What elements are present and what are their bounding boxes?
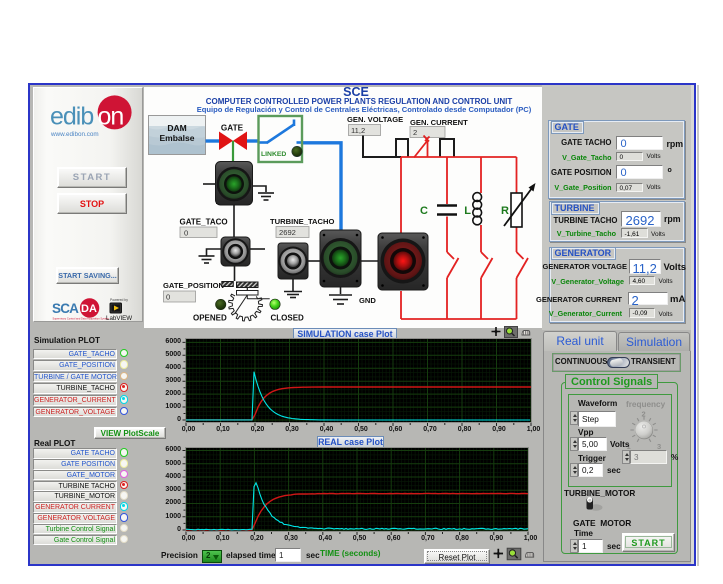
svg-text:DAM: DAM <box>167 123 186 133</box>
svg-text:11,2: 11,2 <box>351 126 365 135</box>
svg-text:2: 2 <box>642 410 646 419</box>
svg-text:CLOSED: CLOSED <box>271 314 305 323</box>
svg-text:GEN. CURRENT: GEN. CURRENT <box>410 118 468 127</box>
svg-text:Embalse: Embalse <box>160 133 195 143</box>
svg-text:0: 0 <box>184 229 188 238</box>
svg-text:GATE_TACO: GATE_TACO <box>180 218 228 227</box>
svg-text:LabVIEW: LabVIEW <box>106 315 132 322</box>
svg-text:Supervisory Control and Data A: Supervisory Control and Data Acquisition… <box>53 317 110 321</box>
svg-text:L: L <box>464 205 471 217</box>
svg-text:0: 0 <box>166 293 170 302</box>
svg-text:GATE_POSITION: GATE_POSITION <box>163 281 224 290</box>
svg-text:LINKED: LINKED <box>261 151 286 158</box>
svg-text:SCA: SCA <box>52 301 79 316</box>
svg-text:Powered by: Powered by <box>110 298 128 302</box>
svg-text:2: 2 <box>413 128 417 137</box>
svg-text:R: R <box>501 205 509 217</box>
svg-text:edib: edib <box>50 103 93 131</box>
svg-text:TURBINE_TACHO: TURBINE_TACHO <box>270 217 334 226</box>
svg-text:OPENED: OPENED <box>193 314 227 323</box>
svg-text:GATE: GATE <box>221 124 244 133</box>
svg-text:C: C <box>420 205 428 217</box>
svg-text:2692: 2692 <box>279 228 296 237</box>
svg-text:GND: GND <box>359 296 376 305</box>
svg-text:GEN. VOLTAGE: GEN. VOLTAGE <box>347 115 403 124</box>
svg-text:DA: DA <box>81 303 97 315</box>
svg-text:on: on <box>98 103 124 131</box>
